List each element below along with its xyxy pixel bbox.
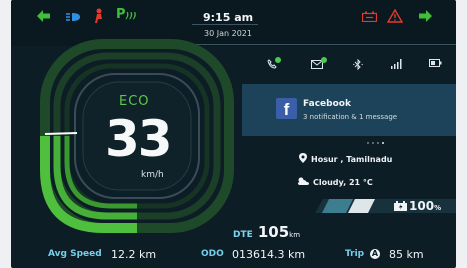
pager-dot[interactable] bbox=[367, 142, 369, 144]
battery-warning-icon bbox=[361, 11, 378, 25]
cloudy-icon bbox=[298, 177, 309, 185]
dte-unit: km bbox=[289, 231, 301, 239]
side-stand-icon bbox=[94, 8, 104, 27]
phone-battery-icon bbox=[429, 59, 442, 70]
weather-text: Cloudy, 21 °C bbox=[313, 178, 373, 187]
notification-pager[interactable] bbox=[367, 142, 397, 146]
location: Hosur , Tamilnadu bbox=[299, 153, 393, 164]
right-arrow-icon bbox=[418, 9, 432, 26]
battery-icon bbox=[394, 201, 407, 211]
parking-label: P bbox=[116, 7, 126, 22]
divider bbox=[192, 24, 258, 25]
distance-to-empty: DTE 105km bbox=[233, 222, 300, 241]
trip-value: 85 km bbox=[389, 248, 424, 261]
bottom-stats: Avg Speed 12.2 km ODO 013614.3 km Trip A… bbox=[11, 240, 456, 268]
cluster-screen: P))) 9:15 am 30 Jan 2021 ECO 33 km/h f F… bbox=[11, 0, 456, 268]
odo-label: ODO bbox=[201, 249, 224, 259]
speed-value: 33 bbox=[105, 110, 173, 168]
clock-time: 9:15 am bbox=[203, 11, 254, 24]
left-arrow-icon bbox=[37, 9, 51, 26]
notification-title: Facebook bbox=[303, 99, 351, 109]
battery-percent-sign: % bbox=[434, 204, 442, 212]
phone-status-row bbox=[249, 57, 449, 75]
signal-icon bbox=[391, 59, 402, 72]
avg-speed-value: 12.2 km bbox=[111, 248, 157, 261]
trip-badge[interactable]: A bbox=[370, 249, 380, 259]
frame: P))) 9:15 am 30 Jan 2021 ECO 33 km/h f F… bbox=[0, 0, 467, 268]
battery-percent: 100% bbox=[409, 199, 441, 213]
hazard-icon bbox=[386, 8, 404, 26]
high-beam-icon bbox=[66, 11, 81, 25]
notification-subtitle: 3 notification & 1 message bbox=[303, 113, 398, 121]
speed-gauge: ECO 33 km/h bbox=[37, 36, 237, 236]
dte-label: DTE bbox=[233, 230, 253, 240]
avg-speed-label: Avg Speed bbox=[48, 249, 102, 259]
pager-dot-active[interactable] bbox=[382, 142, 384, 144]
drive-mode: ECO bbox=[119, 94, 150, 109]
battery-percent-value: 100 bbox=[409, 199, 435, 213]
location-pin-icon bbox=[299, 153, 307, 163]
pager-dot[interactable] bbox=[372, 142, 374, 144]
facebook-icon: f bbox=[276, 98, 297, 119]
bluetooth-icon bbox=[353, 58, 363, 73]
trip-label: Trip bbox=[345, 249, 365, 259]
dte-value: 105 bbox=[257, 223, 290, 241]
location-text: Hosur , Tamilnadu bbox=[311, 155, 393, 164]
weather: Cloudy, 21 °C bbox=[298, 177, 373, 187]
call-status-dot bbox=[275, 57, 281, 63]
speed-unit: km/h bbox=[141, 170, 164, 180]
parking-indicator: P))) bbox=[116, 7, 137, 22]
odo-value: 013614.3 km bbox=[232, 248, 306, 261]
message-status-dot bbox=[321, 57, 327, 63]
notification-card[interactable] bbox=[242, 84, 456, 136]
pager-dot[interactable] bbox=[377, 142, 379, 144]
